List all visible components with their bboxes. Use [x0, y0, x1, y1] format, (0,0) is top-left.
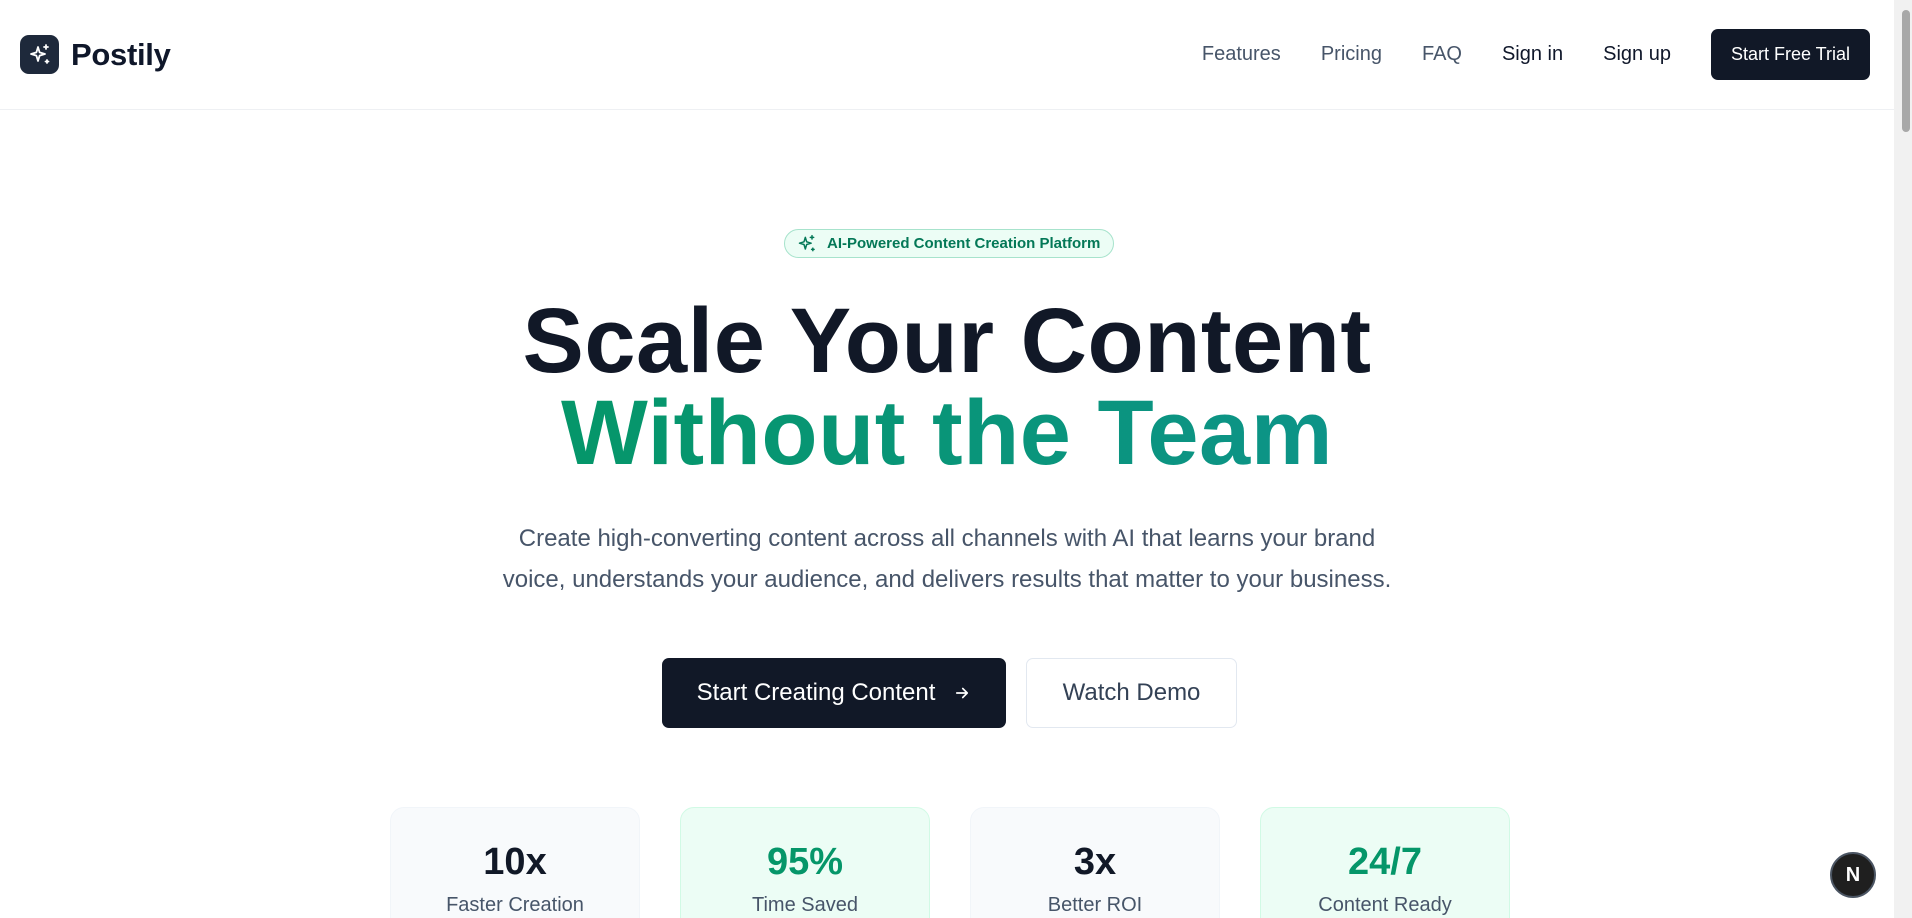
- watch-demo-button[interactable]: Watch Demo: [1026, 658, 1237, 728]
- stat-card-better-roi: 3x Better ROI: [970, 807, 1220, 918]
- stats-row: 10x Faster Creation 95% Time Saved 3x Be…: [390, 807, 1510, 918]
- start-free-trial-button[interactable]: Start Free Trial: [1710, 29, 1870, 80]
- arrow-right-icon: [956, 687, 969, 699]
- sign-in-link[interactable]: Sign in: [1502, 43, 1563, 66]
- sparkles-icon: [798, 234, 815, 251]
- stat-value: 24/7: [1348, 841, 1422, 883]
- page-scrollbar[interactable]: [1894, 0, 1912, 918]
- hero-subtitle-line1: Create high-converting content across al…: [518, 525, 1376, 552]
- hero-subtitle: Create high-converting content across al…: [0, 518, 1894, 600]
- stat-card-time-saved: 95% Time Saved: [680, 807, 930, 918]
- stat-label: Content Ready: [1318, 894, 1452, 916]
- stat-label: Faster Creation: [446, 894, 584, 916]
- brand[interactable]: Postily: [20, 35, 171, 74]
- stat-label: Better ROI: [1047, 894, 1143, 916]
- start-creating-content-label: Start Creating Content: [696, 679, 936, 706]
- stat-card-faster-creation: 10x Faster Creation: [390, 807, 640, 918]
- brand-logo: [20, 35, 59, 74]
- hero-subtitle-line2: voice, understands your audience, and de…: [502, 566, 1392, 593]
- stat-label: Time Saved: [752, 894, 858, 916]
- stat-value: 3x: [1073, 841, 1117, 883]
- sign-up-link[interactable]: Sign up: [1603, 43, 1671, 66]
- hero-title-line1: Scale Your Content: [522, 290, 1372, 392]
- hero-title-highlight: Without the Team: [560, 382, 1334, 484]
- hero-badge: AI-Powered Content Creation Platform: [784, 229, 1115, 258]
- site-header: Postily Features Pricing FAQ Sign in Sig…: [0, 0, 1894, 110]
- nav-link-features[interactable]: Features: [1202, 43, 1281, 66]
- brand-name: Postily: [71, 36, 171, 72]
- stat-card-content-ready: 24/7 Content Ready: [1260, 807, 1510, 918]
- stat-value: 95%: [766, 841, 844, 883]
- scrollbar-thumb[interactable]: [1902, 10, 1910, 132]
- start-creating-content-button[interactable]: Start Creating Content: [662, 658, 1006, 728]
- nav-link-faq[interactable]: FAQ: [1422, 43, 1462, 66]
- main-nav: Features Pricing FAQ Sign in Sign up Sta…: [1202, 29, 1870, 80]
- hero-title-line2: Without the Team: [0, 387, 1894, 479]
- nav-link-pricing[interactable]: Pricing: [1321, 43, 1382, 66]
- stat-value: 10x: [483, 841, 547, 883]
- sparkles-icon: [29, 43, 49, 64]
- hero-badge-label: AI-Powered Content Creation Platform: [827, 235, 1101, 252]
- dev-tools-badge[interactable]: N: [1830, 852, 1876, 898]
